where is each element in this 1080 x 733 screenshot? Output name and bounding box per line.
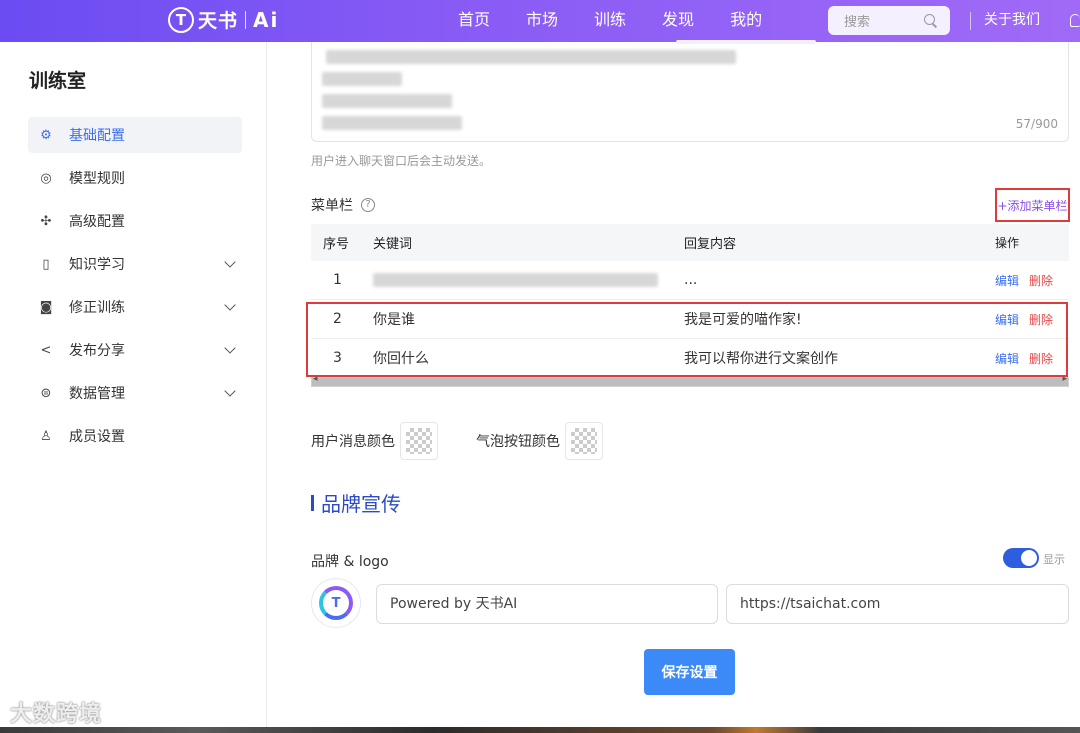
sidebar-item-label: 发布分享 (69, 343, 125, 359)
chevron-down-icon[interactable] (224, 342, 236, 354)
menu-bar-label: 菜单栏 (311, 198, 353, 214)
share-icon: < (40, 342, 52, 358)
logo-icon: T (168, 6, 194, 33)
sidebar-item-label: 知识学习 (69, 257, 125, 273)
user-icon: ♙ (40, 428, 52, 444)
table-header: 序号 关键词 回复内容 操作 (311, 224, 1069, 261)
sidebar-item-model-rules[interactable]: ◎ 模型规则 (28, 160, 242, 196)
brand-logo-upload[interactable]: T (311, 578, 361, 628)
robot-icon: ◙ (39, 299, 53, 315)
brand-url-input[interactable]: https://tsaichat.com (726, 584, 1069, 624)
sidebar-item-label: 成员设置 (69, 429, 125, 445)
table-row: 1 ... 编辑 删除 (311, 261, 1069, 300)
transparent-swatch-icon (406, 428, 432, 454)
column-header-keyword: 关键词 (373, 237, 413, 252)
transparent-swatch-icon (571, 428, 597, 454)
brand-name-input[interactable]: Powered by 天书AI (376, 584, 718, 624)
row-actions: 编辑 删除 (995, 272, 1069, 289)
user-message-color-picker[interactable] (400, 422, 438, 460)
brand-logo-icon: T (319, 586, 353, 620)
menu-bar-title: 菜单栏 ? (311, 195, 375, 215)
char-counter: 57/900 (1015, 117, 1058, 131)
help-icon[interactable]: ? (361, 198, 375, 212)
redacted-text (322, 94, 452, 108)
nav-item-market[interactable]: 市场 (526, 0, 558, 42)
table-horizontal-scrollbar[interactable] (311, 374, 1069, 387)
sidebar-item-basic-config[interactable]: ⚙ 基础配置 (28, 117, 242, 153)
book-icon: ▯ (42, 256, 50, 272)
brand-display-toggle[interactable] (1003, 548, 1039, 568)
target-icon: ◎ (40, 170, 52, 186)
search-icon[interactable] (924, 13, 938, 28)
search-box[interactable]: 搜索 (828, 6, 950, 35)
delete-link[interactable]: 删除 (1029, 274, 1053, 288)
welcome-message-textarea[interactable]: 57/900 (311, 42, 1069, 142)
logo-ai-text: Ai (253, 7, 280, 32)
watermark: 大数跨境 (10, 702, 103, 727)
search-input[interactable]: 搜索 (844, 11, 870, 30)
list-icon: ⊜ (40, 385, 52, 401)
sidebar-item-members[interactable]: ♙ 成员设置 (28, 418, 242, 454)
about-link[interactable]: 关于我们 (984, 0, 1040, 40)
sidebar-item-data[interactable]: ⊜ 数据管理 (28, 375, 242, 411)
sidebar-item-knowledge[interactable]: ▯ 知识学习 (28, 246, 242, 282)
logo-divider (245, 10, 247, 29)
sidebar-item-label: 修正训练 (69, 300, 125, 316)
nav-divider (970, 12, 971, 30)
redacted-text (326, 50, 736, 64)
brand-logo-label: 品牌 & logo (311, 554, 389, 570)
redacted-text (322, 72, 402, 86)
puzzle-icon: ✣ (40, 213, 52, 229)
row-index: 1 (333, 272, 342, 288)
brand-section-title: 品牌宣传 (321, 492, 401, 516)
sidebar-item-label: 基础配置 (69, 128, 125, 144)
sidebar-item-publish[interactable]: < 发布分享 (28, 332, 242, 368)
welcome-hint: 用户进入聊天窗口后会主动发送。 (311, 154, 492, 168)
sidebar-item-advanced-config[interactable]: ✣ 高级配置 (28, 203, 242, 239)
highlight-box (306, 302, 1068, 377)
user-message-color-setting: 用户消息颜色 (311, 422, 438, 460)
sidebar-item-correction[interactable]: ◙ 修正训练 (28, 289, 242, 325)
sidebar-item-label: 数据管理 (69, 386, 125, 402)
section-marker (311, 494, 314, 511)
redacted-text (373, 273, 658, 287)
nav-item-training[interactable]: 训练 (594, 0, 626, 42)
bubble-button-color-setting: 气泡按钮颜色 (476, 422, 603, 460)
bubble-button-color-label: 气泡按钮颜色 (476, 434, 560, 450)
chevron-down-icon[interactable] (224, 385, 236, 397)
redacted-text (322, 116, 462, 130)
gear-icon: ⚙ (40, 127, 52, 143)
sidebar-title: 训练室 (29, 70, 87, 92)
user-message-color-label: 用户消息颜色 (311, 434, 395, 450)
brand-section-header: 品牌宣传 (311, 488, 401, 517)
main-nav: 首页 市场 训练 发现 我的 (440, 0, 780, 42)
chevron-down-icon[interactable] (224, 299, 236, 311)
column-header-action: 操作 (995, 236, 1020, 250)
nav-item-home[interactable]: 首页 (458, 0, 490, 42)
sidebar-item-label: 高级配置 (69, 214, 125, 230)
save-settings-button[interactable]: 保存设置 (644, 649, 735, 695)
row-reply: ... (684, 272, 698, 288)
column-header-reply: 回复内容 (684, 237, 737, 252)
nav-item-mine[interactable]: 我的 (730, 0, 762, 42)
toggle-label: 显示 (1043, 553, 1065, 566)
edit-link[interactable]: 编辑 (995, 274, 1019, 288)
sidebar: 训练室 ⚙ 基础配置 ◎ 模型规则 ✣ 高级配置 ▯ 知识学习 ◙ 修正训练 <… (4, 42, 267, 733)
app-logo[interactable]: T 天书 Ai (168, 6, 279, 33)
chevron-down-icon[interactable] (224, 256, 236, 268)
bubble-button-color-picker[interactable] (565, 422, 603, 460)
main-content: 57/900 用户进入聊天窗口后会主动发送。 菜单栏 ? +添加菜单栏 序号 关… (268, 42, 1080, 733)
column-header-index: 序号 (323, 237, 350, 252)
logo-text: 天书 (198, 10, 239, 32)
add-menu-button[interactable]: +添加菜单栏 (995, 188, 1070, 222)
notification-icon[interactable] (1070, 14, 1080, 27)
top-nav: T 天书 Ai 首页 市场 训练 发现 我的 搜索 关于我们 (0, 0, 1080, 42)
nav-item-discover[interactable]: 发现 (662, 0, 694, 42)
taskbar-strip (0, 727, 1080, 733)
sidebar-item-label: 模型规则 (69, 171, 125, 187)
